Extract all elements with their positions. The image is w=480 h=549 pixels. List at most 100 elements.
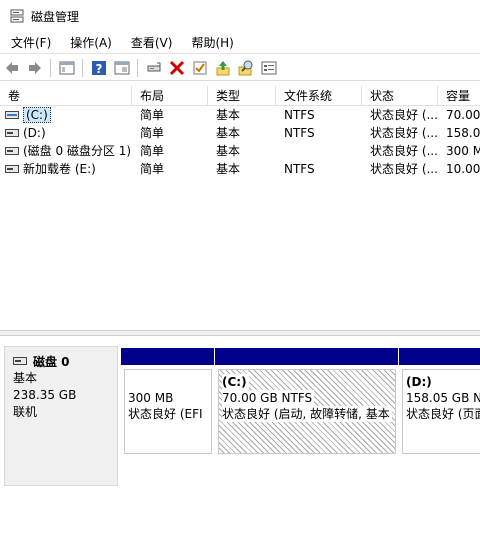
menu-view[interactable]: 查看(V) [120,34,181,51]
refresh-icon [261,61,277,74]
column-header-type[interactable]: 类型 [208,86,276,106]
layout-cell: 简单 [140,126,165,140]
partition-status: 状态良好 (页面 [406,407,480,421]
table-row[interactable]: (C:) 简单 基本 NTFS 状态良好 (... 70.00 [0,106,480,124]
refresh-button[interactable] [258,57,280,79]
volume-cell: 新加载卷 (E:) [0,160,132,178]
toolbar-separator [82,58,83,77]
connect-button[interactable] [143,57,165,79]
filesystem-cell: NTFS [284,126,315,140]
import-button[interactable] [212,57,234,79]
partition-efi[interactable]: 300 MB 状态良好 (EFI [120,348,214,458]
partition-bar [398,348,480,365]
column-header-volume[interactable]: 卷 [0,86,132,106]
partition-size: 158.05 GB NTFS [406,391,480,405]
capacity-cell: 10.00 [446,162,480,176]
type-cell: 基本 [216,126,241,140]
filesystem-cell: NTFS [284,108,315,122]
console-tree-button[interactable] [56,57,78,79]
properties-button[interactable] [111,57,133,79]
disk-map-pane: 磁盘 0 基本 238.35 GB 联机 300 MB 状态良好 (EFI (C… [0,336,480,549]
check-button[interactable] [189,57,211,79]
drive-icon [5,111,19,119]
volume-cell: (D:) [0,124,132,142]
type-cell: 基本 [216,144,241,158]
status-cell: 状态良好 (... [370,144,438,158]
delete-icon [169,60,185,75]
volume-cell: (磁盘 0 磁盘分区 1) [0,142,132,160]
toolbar-separator [137,58,138,77]
table-row[interactable]: (磁盘 0 磁盘分区 1) 简单 基本 状态良好 (... 300 M [0,142,480,160]
column-header-capacity[interactable]: 容量 [438,86,480,106]
type-cell: 基本 [216,108,241,122]
partition-body: (D:) 158.05 GB NTFS 状态良好 (页面 [402,369,480,454]
forward-button[interactable] [24,57,46,79]
console-tree-icon [59,61,75,74]
partition-status: 状态良好 (EFI [128,407,203,421]
drive-icon [5,129,19,137]
type-cell: 基本 [216,162,241,176]
properties-icon [114,61,130,74]
partition-status-row: 状态良好 (启动, 故障转储, 基本 [222,406,395,422]
check-icon [193,61,207,74]
connect-icon [147,62,161,71]
svg-text:?: ? [96,62,103,76]
layout-cell: 简单 [140,108,165,122]
disk-management-icon [10,9,24,23]
partition-size-row: 70.00 GB NTFS [222,390,395,406]
partition-body: 300 MB 状态良好 (EFI [124,369,212,454]
title-bar: 磁盘管理 [0,0,480,32]
menu-action[interactable]: 操作(A) [59,34,120,51]
partition-size: 70.00 GB NTFS [222,390,315,406]
status-cell: 状态良好 (... [370,126,438,140]
table-row[interactable]: (D:) 简单 基本 NTFS 状态良好 (... 158.05 [0,124,480,142]
column-header-layout[interactable]: 布局 [132,86,208,106]
delete-button[interactable] [166,57,188,79]
partition-bar [214,348,398,365]
back-button[interactable] [1,57,23,79]
disk-size: 238.35 GB [13,388,77,402]
partition-c[interactable]: (C:) 70.00 GB NTFS 状态良好 (启动, 故障转储, 基本 [214,348,398,458]
layout-cell: 简单 [140,162,165,176]
partition-label: (D:) [406,375,432,389]
menu-help[interactable]: 帮助(H) [180,34,241,51]
table-row[interactable]: 新加载卷 (E:) 简单 基本 NTFS 状态良好 (... 10.00 [0,160,480,178]
forward-icon [29,61,41,74]
back-icon [6,61,18,74]
drive-icon [5,165,19,173]
disk-info[interactable]: 磁盘 0 基本 238.35 GB 联机 [4,346,118,486]
volume-list: 卷 布局 类型 文件系统 状态 容量 (C:) 简单 基本 NTFS 状态良好 … [0,86,480,178]
help-icon: ? [92,60,106,76]
menu-bar: 文件(F) 操作(A) 查看(V) 帮助(H) [0,32,480,54]
partition-label-row: (C:) [222,374,395,390]
layout-cell: 简单 [140,144,165,158]
drive-icon [5,147,19,155]
menu-file[interactable]: 文件(F) [0,34,59,51]
toolbar-separator [50,58,51,77]
disk-state: 联机 [13,405,38,419]
volume-name: (C:) [23,107,51,123]
volume-list-header: 卷 布局 类型 文件系统 状态 容量 [0,86,480,106]
search-button[interactable] [235,57,257,79]
column-header-filesystem[interactable]: 文件系统 [276,86,362,106]
status-cell: 状态良好 (... [370,108,438,122]
disk-name: 磁盘 0 [33,354,70,369]
partition-bar [120,348,214,365]
window-title: 磁盘管理 [31,9,80,24]
volume-name: (磁盘 0 磁盘分区 1) [23,144,132,158]
disk-name-row: 磁盘 0 [13,352,117,370]
search-icon [238,60,253,75]
filesystem-cell [276,142,362,160]
partition-d[interactable]: (D:) 158.05 GB NTFS 状态良好 (页面 [398,348,480,458]
volume-name: (D:) [23,126,46,140]
partition-label: (C:) [222,374,249,390]
partition-status: 状态良好 (启动, 故障转储, 基本 [222,406,392,422]
column-header-status[interactable]: 状态 [362,86,438,106]
disk-type: 基本 [13,371,38,385]
capacity-cell: 158.05 [446,126,480,140]
volume-cell: (C:) [0,106,132,124]
toolbar: ? [0,55,480,81]
capacity-cell: 70.00 [446,108,480,122]
help-button[interactable]: ? [88,57,110,79]
volume-name: 新加载卷 (E:) [23,162,96,176]
